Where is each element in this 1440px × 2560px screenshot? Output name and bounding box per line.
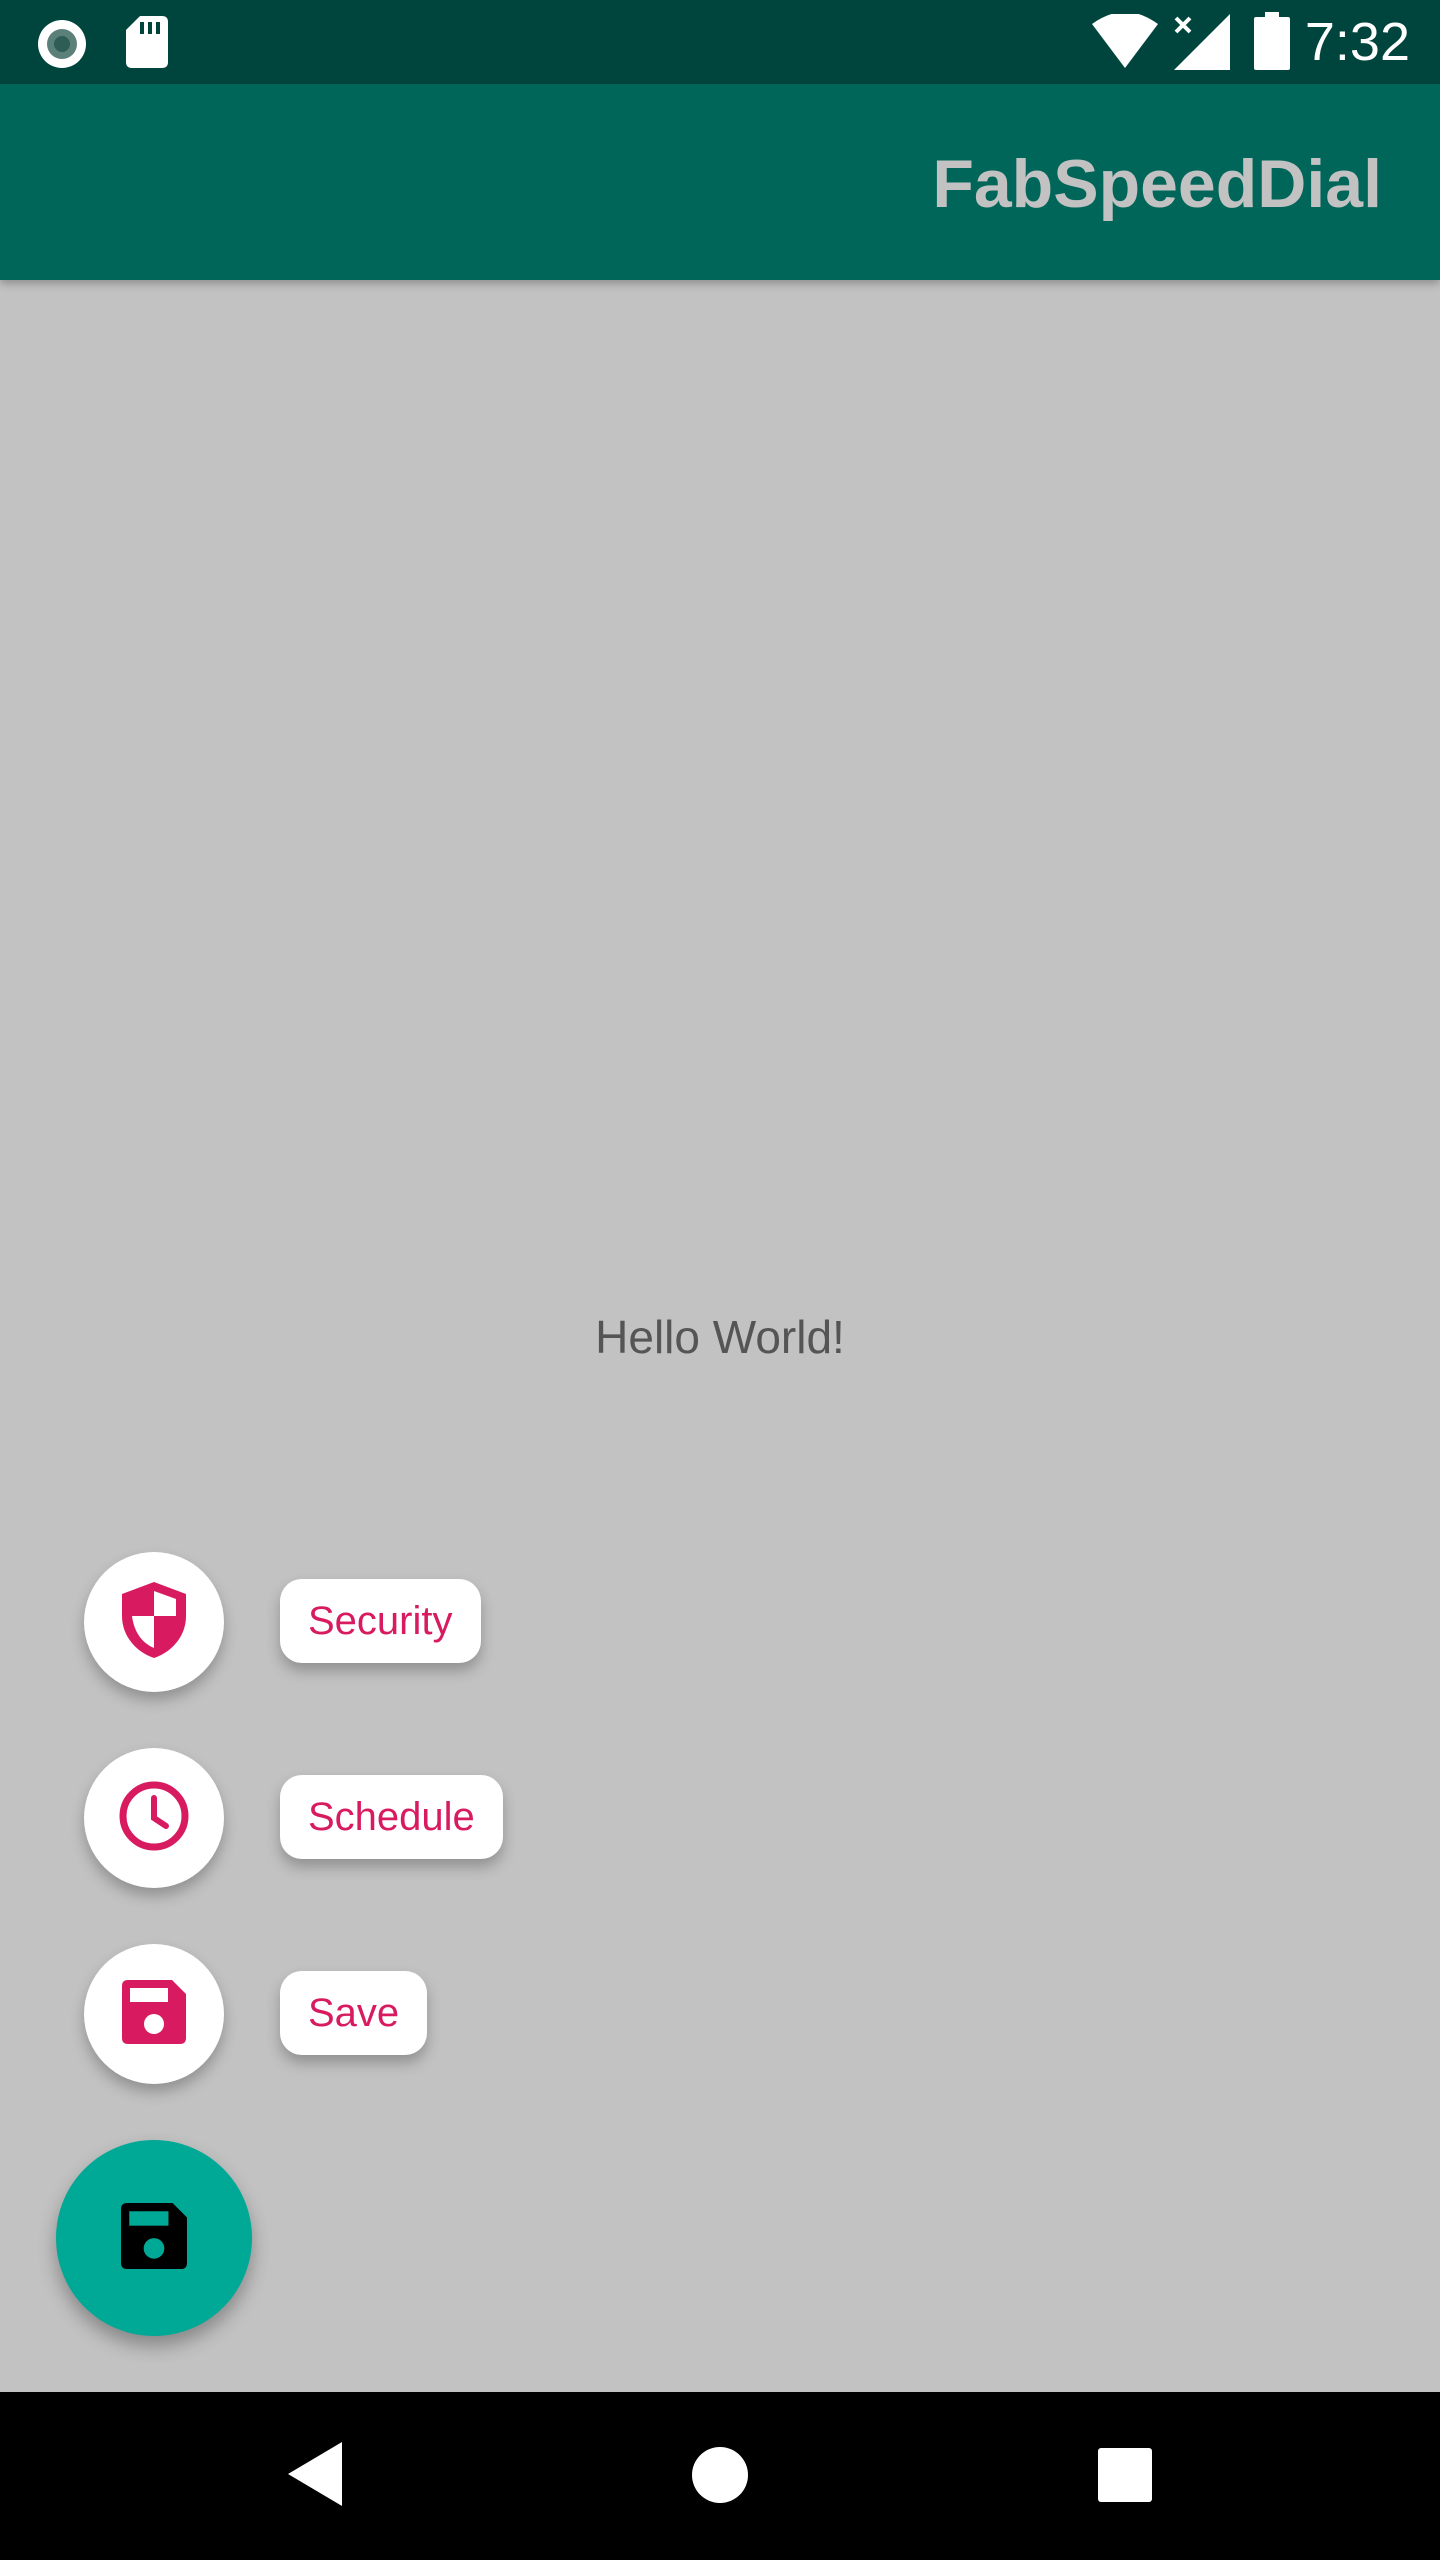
security-fab[interactable] bbox=[84, 1552, 224, 1692]
record-icon bbox=[36, 18, 88, 75]
nav-bar bbox=[0, 2392, 1440, 2560]
back-icon[interactable] bbox=[288, 2442, 342, 2511]
save-icon bbox=[121, 2202, 187, 2274]
save-fab[interactable] bbox=[84, 1944, 224, 2084]
security-label[interactable]: Security bbox=[280, 1579, 481, 1663]
status-time: 7:32 bbox=[1304, 12, 1410, 72]
schedule-label[interactable]: Schedule bbox=[280, 1775, 503, 1859]
sd-card-icon bbox=[126, 16, 168, 73]
save-icon bbox=[122, 1979, 186, 2049]
wifi-icon bbox=[1092, 12, 1158, 73]
main-fab[interactable] bbox=[56, 2140, 252, 2336]
cell-signal-icon bbox=[1174, 14, 1230, 75]
recents-icon[interactable] bbox=[1098, 2448, 1152, 2507]
battery-icon bbox=[1254, 12, 1290, 75]
hello-text: Hello World! bbox=[595, 1311, 845, 1363]
schedule-fab[interactable] bbox=[84, 1748, 224, 1888]
home-icon[interactable] bbox=[691, 2446, 749, 2509]
app-bar: FabSpeedDial bbox=[0, 84, 1440, 280]
clock-icon bbox=[118, 1780, 190, 1857]
status-bar: 7:32 bbox=[0, 0, 1440, 84]
shield-icon bbox=[122, 1581, 186, 1663]
app-title: FabSpeedDial bbox=[932, 146, 1382, 222]
save-label[interactable]: Save bbox=[280, 1971, 428, 2055]
screen: 7:32 FabSpeedDial Hello World! Security … bbox=[0, 0, 1440, 2560]
